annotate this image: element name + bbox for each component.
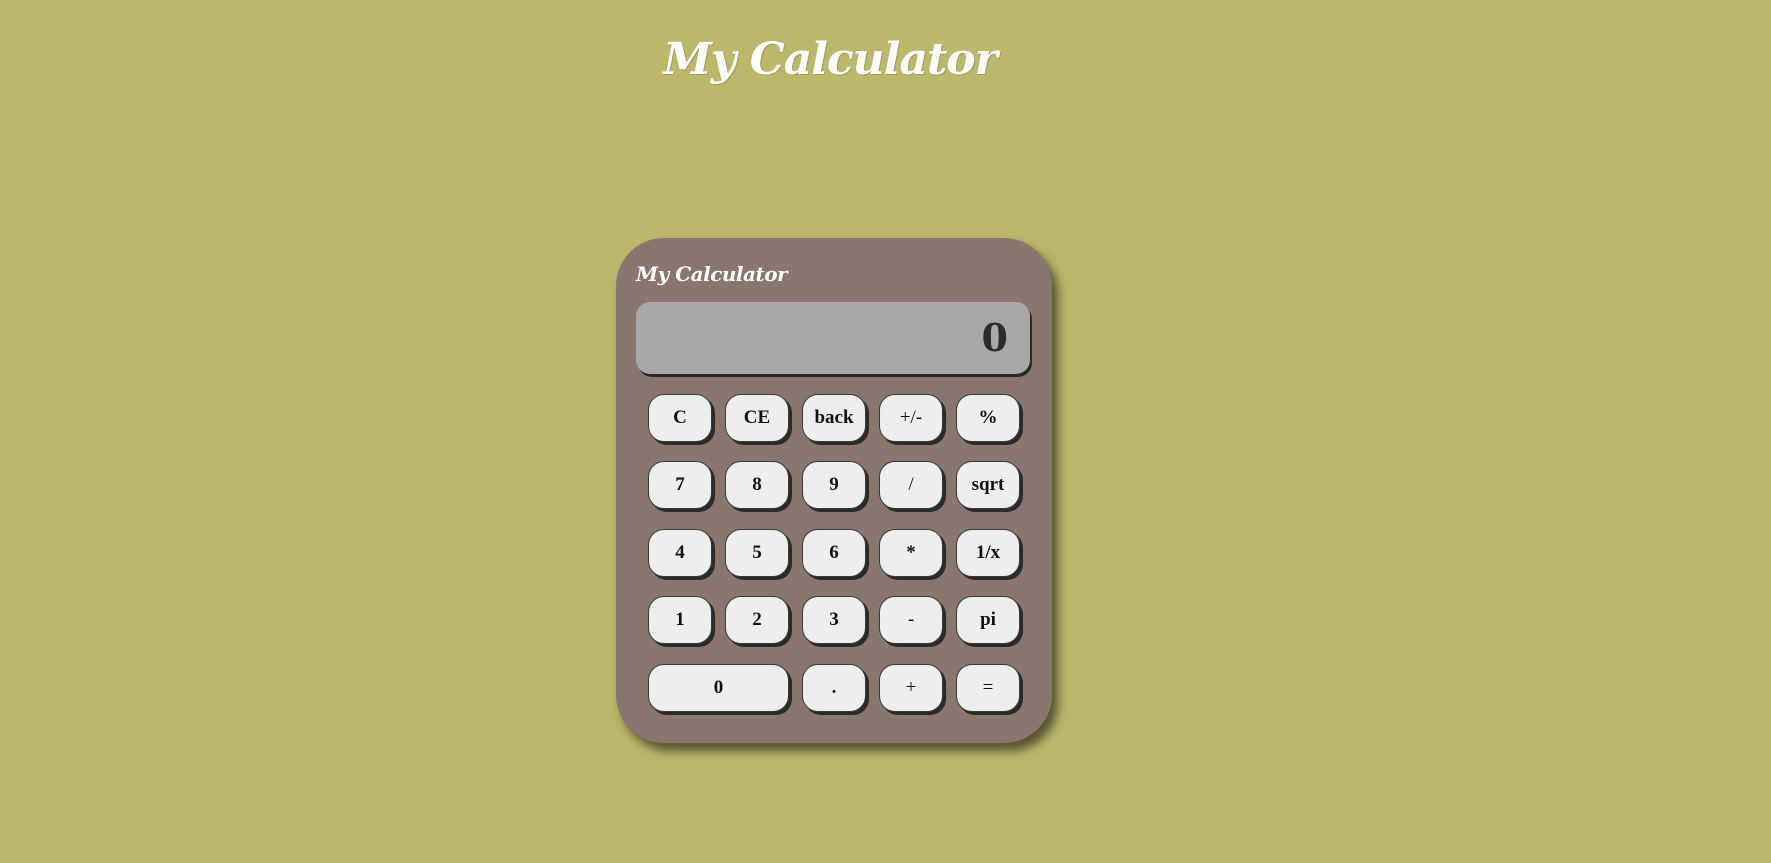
digit-5-button[interactable]: 5 <box>725 529 789 577</box>
digit-6-button[interactable]: 6 <box>802 529 866 577</box>
digit-4-button[interactable]: 4 <box>648 529 712 577</box>
clear-entry-button[interactable]: CE <box>725 394 789 442</box>
decimal-button[interactable]: . <box>802 664 866 712</box>
digit-0-button[interactable]: 0 <box>648 664 789 712</box>
equals-button[interactable]: = <box>956 664 1020 712</box>
multiply-button[interactable]: * <box>879 529 943 577</box>
reciprocal-button[interactable]: 1/x <box>956 529 1020 577</box>
clear-button[interactable]: C <box>648 394 712 442</box>
digit-9-button[interactable]: 9 <box>802 461 866 509</box>
digit-2-button[interactable]: 2 <box>725 596 789 644</box>
page-title: My Calculator <box>663 34 998 85</box>
digit-7-button[interactable]: 7 <box>648 461 712 509</box>
calculator: My Calculator 0 C CE back +/- % 7 8 9 / … <box>616 238 1052 743</box>
digit-3-button[interactable]: 3 <box>802 596 866 644</box>
calculator-label: My Calculator <box>636 262 788 286</box>
calculator-display: 0 <box>636 302 1030 374</box>
backspace-button[interactable]: back <box>802 394 866 442</box>
divide-button[interactable]: / <box>879 461 943 509</box>
sign-toggle-button[interactable]: +/- <box>879 394 943 442</box>
plus-button[interactable]: + <box>879 664 943 712</box>
digit-8-button[interactable]: 8 <box>725 461 789 509</box>
minus-button[interactable]: - <box>879 596 943 644</box>
pi-button[interactable]: pi <box>956 596 1020 644</box>
sqrt-button[interactable]: sqrt <box>956 461 1020 509</box>
percent-button[interactable]: % <box>956 394 1020 442</box>
digit-1-button[interactable]: 1 <box>648 596 712 644</box>
